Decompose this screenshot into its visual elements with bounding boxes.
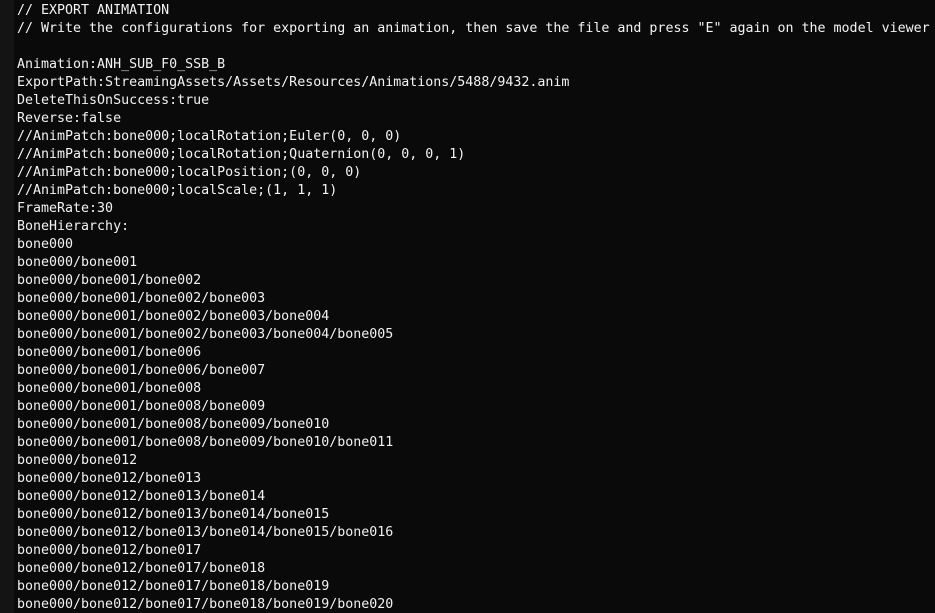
code-line: //AnimPatch:bone000;localPosition;(0, 0,…: [17, 165, 362, 180]
code-line: bone000/bone001/bone006/bone007: [17, 363, 266, 378]
code-line: bone000/bone001/bone008/bone009: [17, 399, 266, 414]
code-line: bone000/bone001: [17, 255, 138, 270]
code-line: bone000/bone001/bone008/bone009/bone010: [17, 417, 330, 432]
code-line: bone000/bone001/bone002/bone003/bone004: [17, 309, 330, 324]
text-editor-window: // EXPORT ANIMATION // Write the configur…: [0, 0, 935, 613]
code-line: Reverse:false: [17, 111, 122, 126]
code-line: bone000/bone012/bone017/bone018/bone019/…: [17, 597, 394, 612]
code-line: bone000/bone012/bone013/bone014/bone015/…: [17, 525, 394, 540]
code-line: bone000/bone001/bone002: [17, 273, 202, 288]
code-line: Animation:ANH_SUB_F0_SSB_B: [17, 57, 226, 72]
code-line: bone000/bone001/bone002/bone003/bone004/…: [17, 327, 394, 342]
code-line: bone000/bone012/bone013: [17, 471, 202, 486]
code-line: bone000/bone001/bone008: [17, 381, 202, 396]
code-line: bone000/bone012: [17, 453, 138, 468]
code-line: FrameRate:30: [17, 201, 114, 216]
code-line: // EXPORT ANIMATION: [17, 3, 170, 18]
code-line: BoneHierarchy:: [17, 219, 130, 234]
code-line: bone000/bone012/bone017: [17, 543, 202, 558]
code-line: bone000/bone001/bone006: [17, 345, 202, 360]
code-line: //AnimPatch:bone000;localRotation;Quater…: [17, 147, 466, 162]
code-line: bone000/bone012/bone013/bone014: [17, 489, 266, 504]
code-line: bone000: [17, 237, 74, 252]
code-line: bone000/bone012/bone013/bone014/bone015: [17, 507, 330, 522]
code-line: bone000/bone012/bone017/bone018: [17, 561, 266, 576]
code-line: bone000/bone012/bone017/bone018/bone019: [17, 579, 330, 594]
code-line: bone000/bone001/bone008/bone009/bone010/…: [17, 435, 394, 450]
code-line: //AnimPatch:bone000;localRotation;Euler(…: [17, 129, 402, 144]
code-line: bone000/bone001/bone002/bone003: [17, 291, 266, 306]
code-line: ExportPath:StreamingAssets/Assets/Resour…: [17, 75, 570, 90]
code-text-area[interactable]: // EXPORT ANIMATION // Write the configur…: [0, 0, 935, 613]
code-line: DeleteThisOnSuccess:true: [17, 93, 210, 108]
code-line: // Write the configurations for exportin…: [17, 21, 930, 36]
code-line: //AnimPatch:bone000;localScale;(1, 1, 1): [17, 183, 338, 198]
